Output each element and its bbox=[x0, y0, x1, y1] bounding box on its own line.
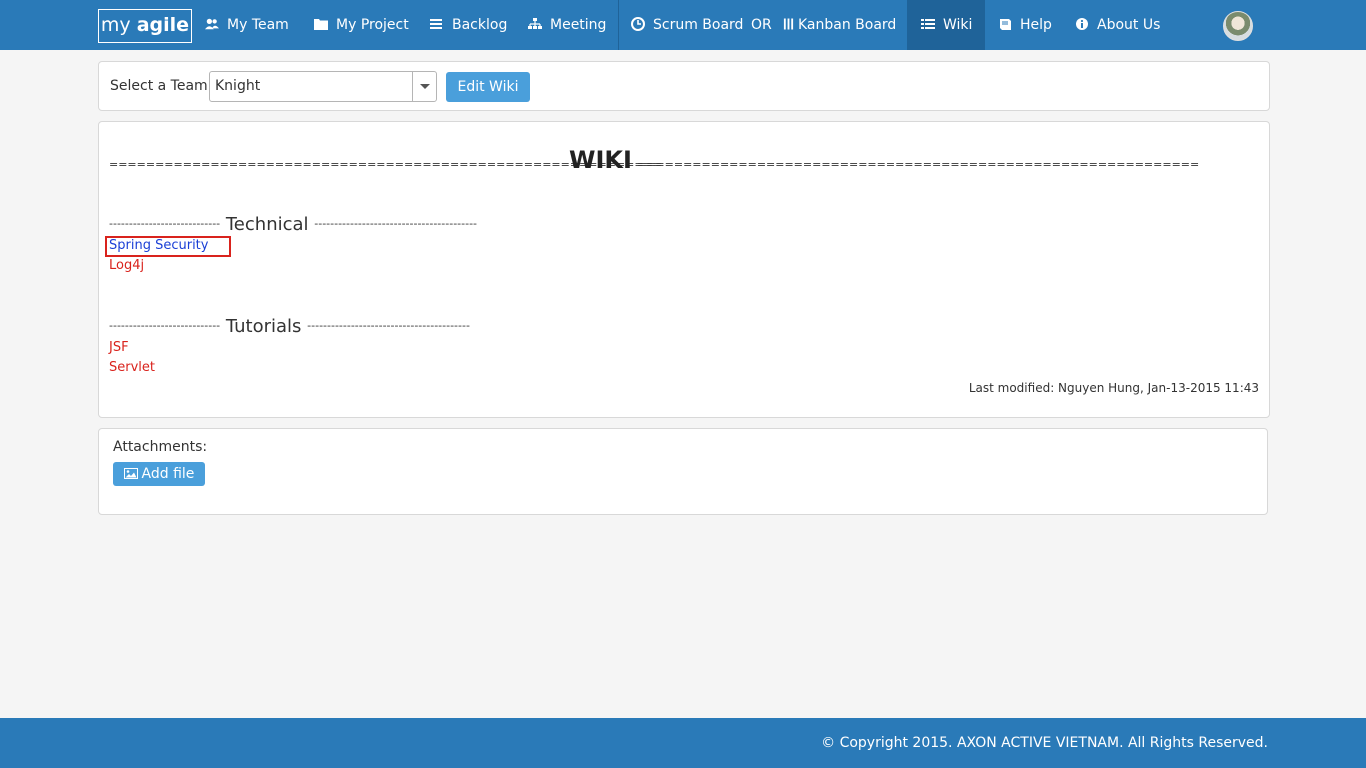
nav-label: Backlog bbox=[452, 17, 508, 33]
section-title: Technical bbox=[225, 214, 309, 235]
wiki-link-spring-security[interactable]: Spring Security bbox=[109, 238, 208, 253]
wiki-divider-right: ========================================… bbox=[637, 158, 1200, 171]
section-heading-technical: ---------------------------- Technical -… bbox=[109, 214, 477, 235]
add-file-button[interactable]: Add file bbox=[113, 462, 205, 486]
wiki-panel: ========================================… bbox=[98, 121, 1270, 418]
user-avatar[interactable] bbox=[1223, 11, 1253, 41]
team-select-panel: Select a Team: Knight Edit Wiki bbox=[98, 61, 1270, 111]
select-team-label: Select a Team: bbox=[110, 78, 213, 94]
section-dash-left: ---------------------------- bbox=[109, 319, 221, 332]
brand-bold: agile bbox=[136, 14, 190, 36]
last-modified-text: Last modified: Nguyen Hung, Jan-13-2015 … bbox=[968, 381, 1259, 395]
nav-label: My Team bbox=[227, 17, 289, 33]
add-file-label: Add file bbox=[141, 466, 195, 482]
folder-icon bbox=[314, 19, 328, 30]
copyright-text: © Copyright 2015. AXON ACTIVE VIETNAM. A… bbox=[821, 735, 1268, 751]
nav-kanban-board[interactable]: Kanban Board bbox=[783, 0, 896, 50]
users-icon bbox=[205, 18, 219, 30]
columns-icon bbox=[783, 18, 794, 30]
nav-label: My Project bbox=[336, 17, 409, 33]
nav-backlog[interactable]: Backlog bbox=[430, 0, 507, 50]
brand-logo[interactable]: my agile bbox=[98, 9, 192, 43]
info-icon bbox=[1076, 18, 1088, 30]
nav-label: Scrum Board bbox=[653, 17, 744, 33]
attachments-label: Attachments: bbox=[113, 439, 208, 455]
book-icon bbox=[1000, 19, 1011, 30]
nav-label: Meeting bbox=[550, 17, 607, 33]
nav-label: About Us bbox=[1097, 17, 1161, 33]
section-dash-left: ---------------------------- bbox=[109, 217, 221, 230]
nav-or-separator: OR bbox=[751, 0, 772, 50]
nav-my-team[interactable]: My Team bbox=[205, 0, 289, 50]
page-footer: © Copyright 2015. AXON ACTIVE VIETNAM. A… bbox=[0, 718, 1366, 768]
team-select-value: Knight bbox=[215, 78, 261, 94]
edit-wiki-button[interactable]: Edit Wiki bbox=[446, 72, 530, 102]
top-navbar: my agile My Team My Project Backlog Meet… bbox=[0, 0, 1366, 50]
nav-label: Wiki bbox=[943, 17, 973, 33]
nav-help[interactable]: Help bbox=[998, 0, 1052, 50]
wiki-link-log4j[interactable]: Log4j bbox=[109, 258, 144, 273]
section-dash-right: ----------------------------------------… bbox=[307, 319, 470, 332]
nav-my-project[interactable]: My Project bbox=[314, 0, 409, 50]
section-heading-tutorials: ---------------------------- Tutorials -… bbox=[109, 316, 470, 337]
attachments-panel: Attachments: Add file bbox=[98, 428, 1268, 515]
brand-prefix: my bbox=[100, 14, 137, 36]
clock-icon bbox=[631, 17, 645, 31]
section-title: Tutorials bbox=[225, 316, 302, 337]
nav-label: Kanban Board bbox=[798, 17, 897, 33]
sitemap-icon bbox=[528, 18, 542, 29]
or-label: OR bbox=[751, 17, 772, 33]
chevron-down-icon[interactable] bbox=[412, 72, 436, 101]
wiki-link-jsf[interactable]: JSF bbox=[109, 340, 129, 355]
nav-label: Help bbox=[1020, 17, 1052, 33]
wiki-title: WIKI bbox=[569, 146, 632, 174]
nav-meeting[interactable]: Meeting bbox=[528, 0, 606, 50]
nav-about-us[interactable]: About Us bbox=[1075, 0, 1160, 50]
nav-divider bbox=[618, 0, 619, 50]
team-select-dropdown[interactable]: Knight bbox=[209, 71, 437, 102]
wiki-link-servlet[interactable]: Servlet bbox=[109, 360, 155, 375]
image-icon bbox=[123, 468, 138, 479]
nav-wiki[interactable]: Wiki bbox=[907, 0, 985, 50]
list-icon bbox=[430, 19, 442, 29]
nav-scrum-board[interactable]: Scrum Board bbox=[631, 0, 743, 50]
section-dash-right: ----------------------------------------… bbox=[314, 217, 478, 230]
table-list-icon bbox=[921, 19, 935, 29]
